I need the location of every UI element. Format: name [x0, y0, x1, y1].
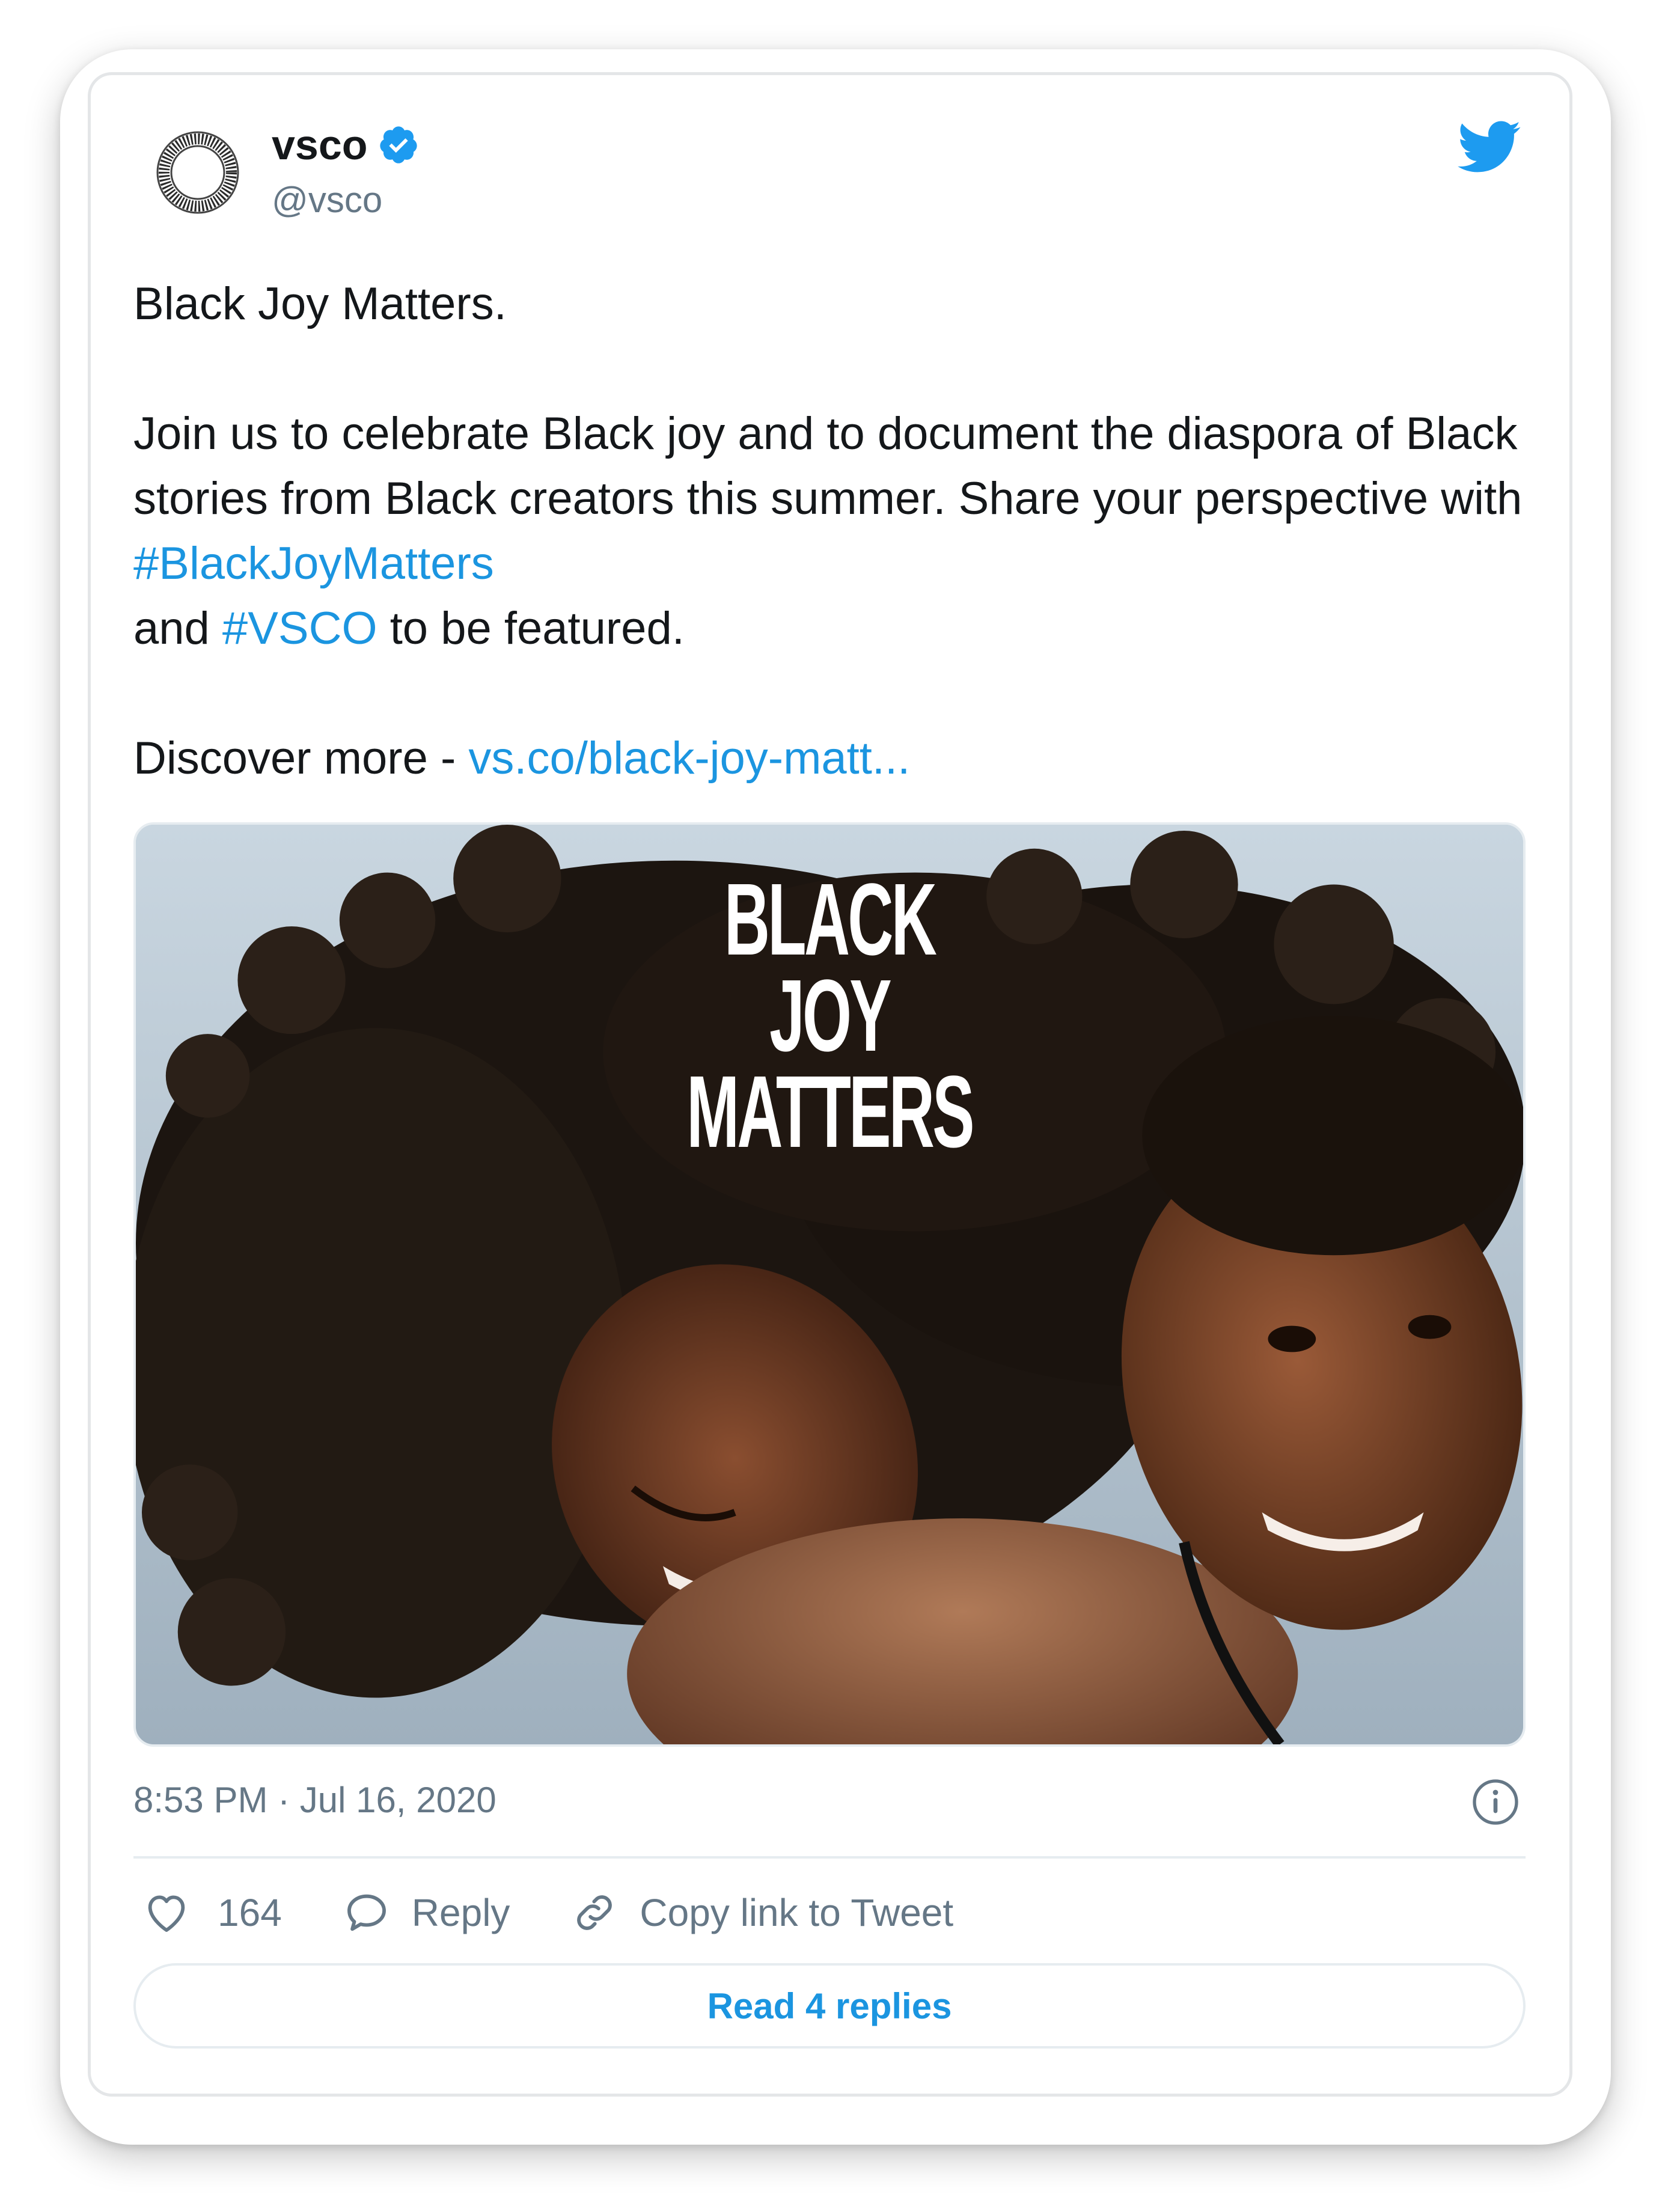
discover-text: Discover more - [133, 733, 469, 784]
overlay-line-black: BLACK [724, 863, 937, 977]
tweet-body-text-end: to be featured. [377, 603, 685, 654]
author-name-row[interactable]: vsco [272, 118, 420, 172]
heart-icon [148, 1895, 185, 1932]
photo-overlay-title: BLACK JOY MATTERS [400, 863, 1260, 1169]
tweet-body-text-and: and [133, 603, 222, 654]
author-handle[interactable]: @vsco [272, 179, 382, 221]
verified-badge-icon [379, 126, 417, 163]
copy-link-label: Copy link to Tweet [640, 1891, 954, 1934]
discover-line: Discover more - vs.co/black-joy-matt... [133, 726, 1528, 791]
tweet-timestamp[interactable]: 8:53 PM · Jul 16, 2020 [133, 1779, 496, 1821]
tweet-body-text: Join us to celebrate Black joy and to do… [133, 408, 1523, 524]
info-icon[interactable] [1471, 1778, 1520, 1826]
discover-url-link[interactable]: vs.co/black-joy-matt... [468, 733, 910, 784]
reply-label: Reply [411, 1891, 510, 1934]
like-button[interactable]: 164 [142, 1888, 282, 1937]
tweet-headline: Black Joy Matters. [133, 278, 507, 329]
tweet-text: Black Joy Matters. Join us to celebrate … [133, 272, 1528, 791]
read-replies-button[interactable]: Read 4 replies [133, 1963, 1526, 2049]
link-icon [577, 1895, 612, 1930]
reply-button[interactable]: Reply [342, 1888, 510, 1937]
copy-link-button[interactable]: Copy link to Tweet [570, 1888, 953, 1937]
tweet-actions: 164 Reply Copy link to Tweet [142, 1883, 1013, 1943]
like-count: 164 [218, 1891, 282, 1934]
vsco-ring-logo-icon [153, 128, 242, 217]
tweet-photo[interactable]: BLACK JOY MATTERS [133, 822, 1526, 1747]
avatar[interactable] [153, 127, 243, 218]
overlay-line-matters: MATTERS [686, 1055, 974, 1169]
overlay-line-joy: JOY [769, 959, 891, 1073]
speech-bubble-icon [347, 1894, 386, 1931]
tweet-paragraph: Join us to celebrate Black joy and to do… [133, 402, 1528, 661]
hashtag-vsco-link[interactable]: #VSCO [222, 603, 377, 654]
divider [133, 1856, 1526, 1859]
twitter-bird-icon[interactable] [1455, 119, 1522, 174]
display-name[interactable]: vsco [272, 121, 368, 169]
hashtag-blackjoymatters-link[interactable]: #BlackJoyMatters [133, 538, 494, 589]
